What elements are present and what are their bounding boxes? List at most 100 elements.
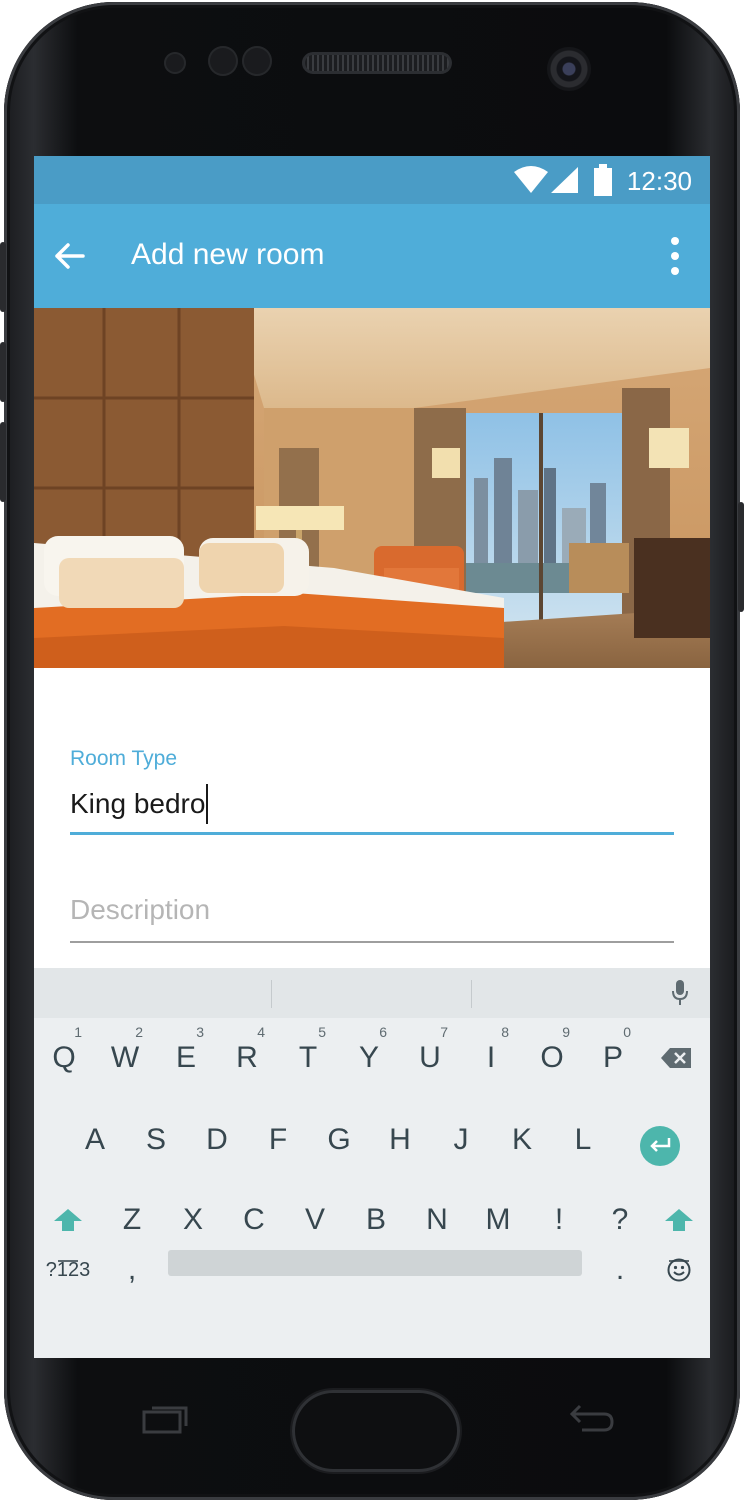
signal-icon — [551, 167, 579, 198]
key-c[interactable]: C — [226, 1180, 282, 1260]
key-q[interactable]: Q1 — [36, 1018, 92, 1098]
backspace-icon — [661, 1048, 691, 1068]
key-h[interactable]: H — [372, 1100, 428, 1180]
enter-key[interactable] — [640, 1126, 680, 1166]
key-a[interactable]: A — [67, 1100, 123, 1180]
key-b[interactable]: B — [348, 1180, 404, 1260]
backspace-key[interactable] — [648, 1018, 704, 1098]
suggestion-strip — [34, 968, 710, 1018]
battery-icon — [594, 164, 612, 201]
key-label: O — [540, 1041, 564, 1074]
earpiece-speaker — [302, 52, 452, 74]
front-camera — [547, 47, 591, 91]
key-label: U — [419, 1041, 441, 1074]
key-u[interactable]: U7 — [402, 1018, 458, 1098]
emoji-icon — [667, 1258, 691, 1282]
key-k[interactable]: K — [494, 1100, 550, 1180]
recent-apps-icon[interactable] — [140, 1402, 192, 1441]
status-bar: 12:30 — [34, 156, 710, 204]
volume-button — [0, 242, 6, 312]
key-label: , — [127, 1253, 137, 1286]
key-label: B — [365, 1203, 386, 1236]
period-key[interactable]: . — [592, 1230, 648, 1310]
soft-keyboard: Q1 W2 E3 R4 T5 Y6 U7 I8 O9 P0 A S D F G … — [34, 968, 710, 1358]
key-label: H — [389, 1123, 411, 1156]
screen: 12:30 Add new room Room Type King bedro … — [34, 156, 710, 1358]
key-x[interactable]: X — [165, 1180, 221, 1260]
key-g[interactable]: G — [311, 1100, 367, 1180]
key-n[interactable]: N — [409, 1180, 465, 1260]
home-button[interactable] — [292, 1390, 460, 1472]
key-label: L — [574, 1123, 592, 1156]
key-m[interactable]: M — [470, 1180, 526, 1260]
back-hardware-icon[interactable] — [564, 1402, 618, 1441]
key-label: M — [485, 1203, 511, 1236]
emoji-key[interactable] — [651, 1230, 707, 1310]
key-hint: 4 — [257, 1024, 265, 1040]
suggestion-divider — [271, 980, 272, 1008]
key-hint: 5 — [318, 1024, 326, 1040]
key-p[interactable]: P0 — [585, 1018, 641, 1098]
comma-key[interactable]: , — [104, 1230, 160, 1310]
key-label: V — [304, 1203, 325, 1236]
room-type-underline — [70, 832, 674, 835]
room-type-input[interactable]: King bedro — [70, 784, 209, 824]
key-label: A — [84, 1123, 105, 1156]
key-f[interactable]: F — [250, 1100, 306, 1180]
proximity-sensor — [164, 52, 186, 74]
shift-icon — [54, 1209, 82, 1231]
key-hint: 8 — [501, 1024, 509, 1040]
key-label: Q — [52, 1041, 76, 1074]
volume-button-lower — [0, 342, 6, 402]
symbols-key[interactable]: ?123 — [40, 1230, 96, 1310]
key-hint: 2 — [135, 1024, 143, 1040]
key-label: N — [426, 1203, 448, 1236]
key-hint: 1 — [74, 1024, 82, 1040]
app-bar: Add new room — [34, 204, 710, 308]
key-y[interactable]: Y6 — [341, 1018, 397, 1098]
enter-icon — [650, 1138, 671, 1152]
more-vert-dot — [671, 252, 679, 260]
description-input[interactable]: Description — [70, 894, 210, 926]
iris-sensor-2 — [242, 46, 272, 76]
more-vert-icon — [671, 237, 679, 245]
wifi-icon — [513, 166, 549, 199]
key-label: ! — [554, 1203, 564, 1236]
suggestion-divider — [471, 980, 472, 1008]
status-time: 12:30 — [626, 166, 692, 196]
microphone-icon[interactable] — [672, 980, 688, 1011]
key-o[interactable]: O9 — [524, 1018, 580, 1098]
key-v[interactable]: V — [287, 1180, 343, 1260]
more-vert-dot — [671, 267, 679, 275]
key-hint: 3 — [196, 1024, 204, 1040]
room-photo — [34, 308, 710, 668]
key-label: S — [145, 1123, 166, 1156]
room-type-value: King bedro — [70, 788, 206, 819]
key-e[interactable]: E3 — [158, 1018, 214, 1098]
key-i[interactable]: I8 — [463, 1018, 519, 1098]
key-label: E — [175, 1041, 196, 1074]
key-label: D — [206, 1123, 228, 1156]
key-r[interactable]: R4 — [219, 1018, 275, 1098]
back-button[interactable] — [48, 230, 92, 282]
key-label: G — [327, 1123, 351, 1156]
space-key[interactable] — [168, 1250, 582, 1276]
overflow-menu-button[interactable] — [660, 228, 690, 284]
key-l[interactable]: L — [555, 1100, 611, 1180]
key-w[interactable]: W2 — [97, 1018, 153, 1098]
key-label: X — [182, 1203, 203, 1236]
key-exclamation[interactable]: ! — [531, 1180, 587, 1260]
key-s[interactable]: S — [128, 1100, 184, 1180]
key-label: K — [511, 1123, 532, 1156]
key-label: ?123 — [45, 1258, 91, 1281]
key-d[interactable]: D — [189, 1100, 245, 1180]
key-label: I — [486, 1041, 496, 1074]
room-type-label: Room Type — [70, 747, 177, 770]
key-j[interactable]: J — [433, 1100, 489, 1180]
text-cursor — [206, 784, 209, 824]
key-hint: 7 — [440, 1024, 448, 1040]
key-label: Y — [358, 1041, 379, 1074]
key-label: . — [615, 1253, 625, 1286]
key-t[interactable]: T5 — [280, 1018, 336, 1098]
key-label: W — [110, 1041, 140, 1074]
